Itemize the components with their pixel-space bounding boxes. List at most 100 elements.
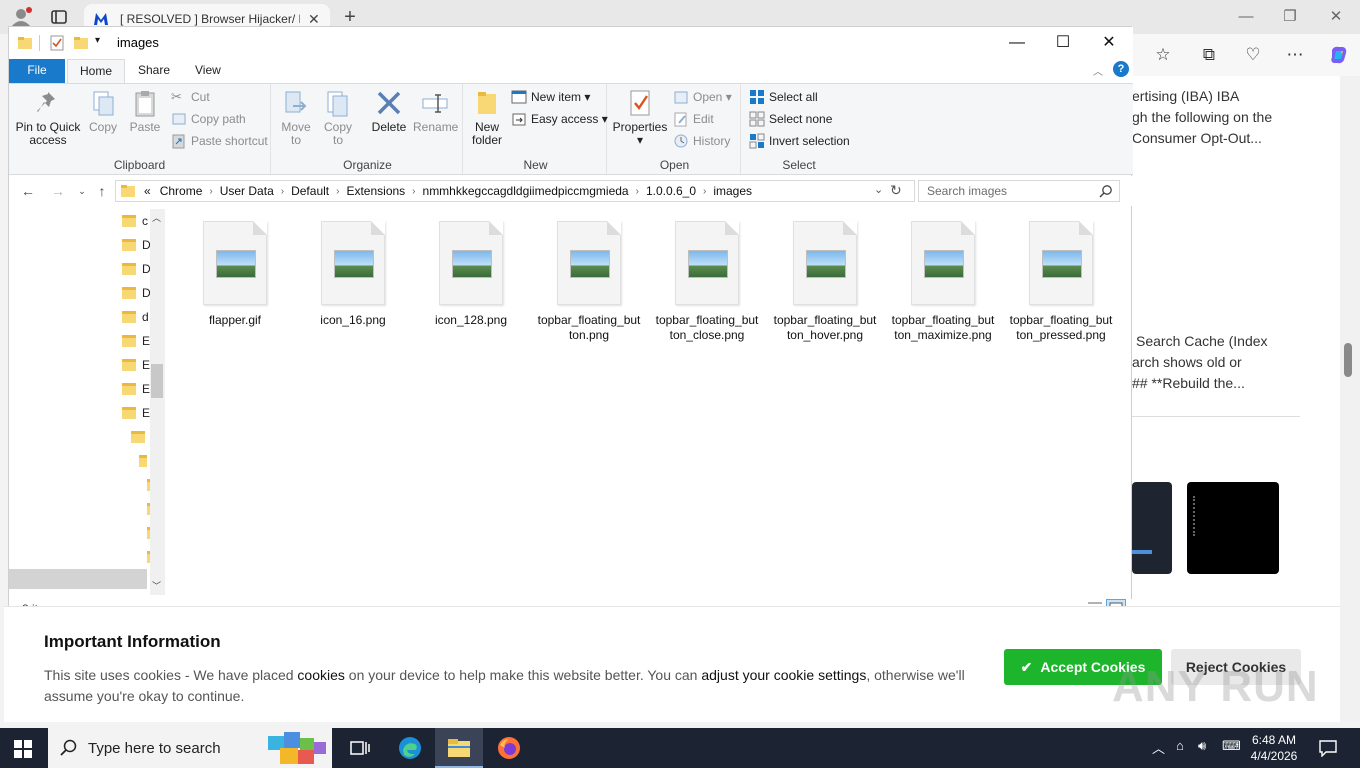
minimize-icon[interactable]: — (997, 31, 1037, 55)
task-view-icon[interactable] (336, 728, 384, 768)
maximize-icon[interactable]: ☐ (1043, 31, 1083, 55)
breadcrumb-separator-icon[interactable]: › (281, 186, 284, 197)
back-arrow-icon[interactable]: ← (19, 182, 37, 200)
recent-locations-chevron-icon[interactable]: ⌄ (73, 182, 91, 200)
copy-button[interactable]: Copy (85, 88, 121, 134)
help-icon[interactable]: ? (1113, 61, 1129, 77)
browser-essentials-icon[interactable]: ♡ (1242, 44, 1264, 66)
breadcrumb-version[interactable]: 1.0.0.6_0 (646, 184, 696, 198)
file-item[interactable]: topbar_floating_button_close.png (653, 221, 761, 343)
collapse-ribbon-icon[interactable]: ︿ (1093, 63, 1103, 78)
breadcrumb-chrome[interactable]: Chrome (160, 184, 203, 198)
copilot-icon[interactable] (1328, 44, 1350, 66)
network-icon[interactable]: ⌂ (1176, 738, 1184, 753)
nav-folder-icon[interactable] (139, 455, 147, 467)
properties-button[interactable]: Properties ▾ (611, 88, 669, 147)
forward-arrow-icon[interactable]: → (49, 182, 67, 200)
screenshot-thumbnail[interactable] (1187, 482, 1279, 574)
breadcrumb-separator-icon[interactable]: › (412, 186, 415, 197)
cookie-settings-link[interactable]: adjust your cookie settings (701, 667, 866, 683)
file-item[interactable]: icon_128.png (417, 221, 525, 328)
volume-icon[interactable]: 🔊︎ (1198, 738, 1206, 754)
breadcrumb-extension-id[interactable]: nmmhkkegccagdldgiimedpiccmgmieda (423, 184, 629, 198)
nav-item[interactable]: E (142, 382, 150, 396)
select-none-button[interactable]: Select none (749, 110, 832, 128)
page-scrollbar[interactable] (1340, 76, 1360, 721)
cookies-link[interactable]: cookies (297, 667, 344, 683)
new-item-button[interactable]: New item ▾ (511, 88, 590, 106)
easy-access-button[interactable]: Easy access ▾ (511, 110, 608, 128)
screenshot-thumbnail[interactable] (1132, 482, 1172, 574)
tab-close-icon[interactable]: ✕ (308, 11, 320, 28)
address-dropdown-icon[interactable]: ⌄ (874, 183, 883, 196)
copy-to-button[interactable]: Copy to (321, 88, 355, 147)
breadcrumb-default[interactable]: Default (291, 184, 329, 198)
taskbar-search-box[interactable]: Type here to search (48, 728, 332, 768)
file-item[interactable]: flapper.gif (181, 221, 289, 328)
file-item[interactable]: topbar_floating_button_maximize.png (889, 221, 997, 343)
browser-close-icon[interactable]: ✕ (1316, 6, 1356, 28)
customize-quick-access-icon[interactable]: ▾ (95, 35, 100, 46)
nav-folder-icon[interactable] (131, 431, 145, 443)
paste-button[interactable]: Paste (125, 88, 165, 134)
page-scrollbar-thumb[interactable] (1344, 343, 1352, 377)
favorites-star-icon[interactable]: ☆ (1152, 44, 1174, 66)
nav-item[interactable]: c (142, 214, 148, 228)
firefox-app-icon[interactable] (485, 728, 533, 768)
breadcrumb-separator-icon[interactable]: › (209, 186, 212, 197)
nav-item[interactable]: E (142, 334, 150, 348)
file-item[interactable]: topbar_floating_button_hover.png (771, 221, 879, 343)
nav-item[interactable]: E (142, 406, 150, 420)
nav-pane-horizontal-scrollbar[interactable] (9, 569, 147, 589)
scroll-up-icon[interactable]: ︿ (152, 211, 161, 224)
move-to-button[interactable]: Move to (279, 88, 313, 147)
scroll-down-icon[interactable]: ﹀ (152, 579, 161, 592)
nav-pane-scrollbar[interactable]: ︿ ﹀ (150, 209, 165, 595)
new-folder-button[interactable]: New folder (469, 88, 505, 147)
breadcrumb-user-data[interactable]: User Data (220, 184, 274, 198)
breadcrumb-images[interactable]: images (713, 184, 752, 198)
browser-minimize-icon[interactable]: — (1226, 6, 1266, 28)
nav-item[interactable]: E (142, 358, 150, 372)
refresh-icon[interactable]: ↻ (890, 182, 902, 199)
breadcrumb-separator-icon[interactable]: › (336, 186, 339, 197)
nav-item[interactable]: d (142, 310, 149, 324)
system-clock[interactable]: 6:48 AM 4/4/2026 (1246, 732, 1302, 764)
file-explorer-app-icon[interactable] (435, 728, 483, 768)
show-hidden-icons-chevron-icon[interactable]: ︿ (1152, 738, 1165, 757)
tab-home[interactable]: Home (67, 59, 126, 84)
delete-button[interactable]: Delete (369, 88, 409, 134)
file-item[interactable]: icon_16.png (299, 221, 407, 328)
breadcrumb-separator-icon[interactable]: › (703, 186, 706, 197)
paste-shortcut-button[interactable]: Paste shortcut (171, 132, 268, 150)
tab-file[interactable]: File (9, 59, 65, 83)
breadcrumb-separator-icon[interactable]: › (636, 186, 639, 197)
properties-quick-icon[interactable] (49, 35, 65, 51)
select-all-button[interactable]: Select all (749, 88, 818, 106)
search-input[interactable] (919, 181, 1089, 201)
file-item[interactable]: topbar_floating_button_pressed.png (1007, 221, 1115, 343)
breadcrumb-extensions[interactable]: Extensions (346, 184, 405, 198)
more-options-icon[interactable]: ⋯ (1284, 44, 1306, 66)
copy-path-button[interactable]: Copy path (171, 110, 246, 128)
new-folder-quick-icon[interactable] (73, 35, 89, 51)
input-indicator-icon[interactable]: ⌨︎ (1222, 738, 1241, 754)
tab-share[interactable]: Share (126, 59, 182, 83)
rename-button[interactable]: Rename (413, 88, 458, 134)
nav-pane-scrollbar-thumb[interactable] (151, 364, 163, 398)
breadcrumb-overflow-icon[interactable]: « (144, 184, 151, 198)
profile-icon[interactable] (10, 7, 32, 27)
notification-center-icon[interactable] (1318, 739, 1338, 757)
pin-to-quick-access-button[interactable]: Pin to Quick access (13, 88, 83, 147)
search-icon[interactable] (1099, 184, 1113, 198)
file-item[interactable]: topbar_floating_button.png (535, 221, 643, 343)
cut-button[interactable]: ✂ Cut (171, 88, 210, 106)
tab-view[interactable]: View (183, 59, 233, 83)
address-bar[interactable]: « Chrome › User Data › Default › Extensions… (115, 180, 915, 202)
collections-icon[interactable]: ⧉ (1198, 44, 1220, 66)
up-arrow-icon[interactable]: ↑ (93, 182, 111, 200)
edit-button[interactable]: Edit (673, 110, 714, 128)
close-icon[interactable]: ✕ (1089, 31, 1129, 55)
invert-selection-button[interactable]: Invert selection (749, 132, 850, 150)
history-button[interactable]: History (673, 132, 730, 150)
